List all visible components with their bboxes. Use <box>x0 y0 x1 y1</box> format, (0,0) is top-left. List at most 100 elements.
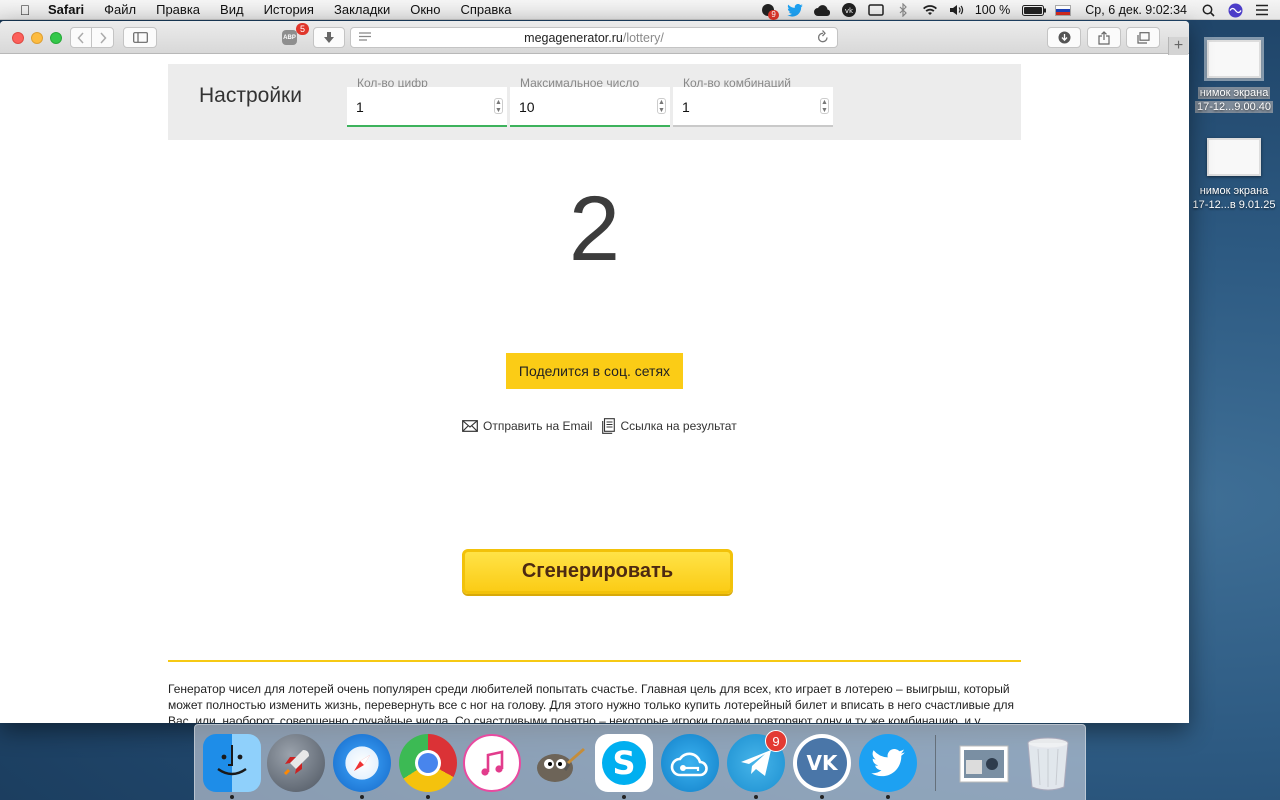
new-tab-button[interactable]: + <box>1168 37 1188 57</box>
menu-window[interactable]: Окно <box>410 2 440 17</box>
launchpad-icon[interactable] <box>267 734 325 792</box>
minimize-window-button[interactable] <box>31 32 43 44</box>
adblock-plus-button[interactable]: ABP 5 <box>272 23 310 48</box>
gimp-icon[interactable] <box>529 734 587 792</box>
svg-text:VK: VK <box>807 751 839 775</box>
chrome-icon[interactable] <box>399 734 457 792</box>
bluetooth-icon[interactable] <box>894 3 912 17</box>
combination-count-stepper[interactable]: ▲ ▼ <box>820 98 829 114</box>
reader-mode-icon[interactable] <box>359 32 371 44</box>
tabs-overview-button[interactable] <box>1126 27 1160 48</box>
url-host: megagenerator.ru <box>524 30 623 45</box>
desktop-file-screenshot-2[interactable]: нимок экрана 17-12...в 9.01.25 <box>1188 138 1280 212</box>
max-number-value: 10 <box>519 99 535 115</box>
dock-running-indicator <box>820 795 824 799</box>
zoom-window-button[interactable] <box>50 32 62 44</box>
combination-count-value: 1 <box>682 99 690 115</box>
svg-text:vk: vk <box>845 7 854 15</box>
sidebar-icon <box>132 32 148 43</box>
menu-help[interactable]: Справка <box>460 2 511 17</box>
vk-tray-icon[interactable]: vk <box>840 3 858 17</box>
apple-menu-icon[interactable]:  <box>16 2 34 18</box>
siri-icon[interactable] <box>1226 3 1244 17</box>
back-button[interactable] <box>70 27 92 48</box>
wifi-icon[interactable] <box>921 3 939 17</box>
combination-count-input[interactable]: 1 ▲ ▼ <box>673 87 833 127</box>
downloads-button[interactable] <box>1047 27 1081 48</box>
chevron-right-icon <box>99 31 107 44</box>
digit-count-stepper[interactable]: ▲ ▼ <box>494 98 503 114</box>
document-icon[interactable] <box>602 418 616 434</box>
share-icon <box>1098 30 1110 45</box>
menubar-clock[interactable]: Ср, 6 дек. 9:02:34 <box>1085 3 1187 17</box>
digit-count-input[interactable]: 1 ▲ ▼ <box>347 87 507 127</box>
menu-bookmarks[interactable]: Закладки <box>334 2 390 17</box>
chevron-left-icon <box>77 31 84 44</box>
address-bar[interactable]: megagenerator.ru/lottery/ <box>350 27 838 48</box>
safari-icon[interactable] <box>333 734 391 792</box>
adblock-plus-icon: ABP <box>282 30 297 45</box>
twitter-icon[interactable] <box>859 734 917 792</box>
result-link[interactable]: Ссылка на результат <box>620 419 736 433</box>
download-arrow-icon <box>324 31 334 43</box>
settings-panel: Настройки Кол-во цифр 1 ▲ ▼ Максимальное … <box>168 64 1021 140</box>
safari-window: ABP 5 megagenerator.ru/lottery/ + Настро… <box>0 21 1189 723</box>
menubar:  Safari Файл Правка Вид История Закладк… <box>0 0 1280 20</box>
menu-history[interactable]: История <box>264 2 314 17</box>
settings-title: Настройки <box>199 84 302 107</box>
share-button[interactable] <box>1087 27 1121 48</box>
cloud-key-icon[interactable] <box>661 734 719 792</box>
forward-button[interactable] <box>91 27 114 48</box>
volume-icon[interactable] <box>948 3 966 17</box>
dock: S 9 VK <box>194 724 1086 800</box>
dock-separator <box>935 735 936 791</box>
dock-running-indicator <box>886 795 890 799</box>
description-text: Генератор чисел для лотерей очень популя… <box>168 682 1015 723</box>
section-divider <box>168 660 1021 662</box>
cloud-tray-icon[interactable] <box>813 3 831 17</box>
tabs-icon <box>1136 31 1150 44</box>
battery-percent[interactable]: 100 % <box>975 3 1010 17</box>
notification-app-icon[interactable]: 9 <box>759 3 779 20</box>
trash-icon[interactable] <box>1019 734 1077 792</box>
input-source-flag-icon[interactable] <box>1055 4 1072 16</box>
downloads-icon <box>1058 31 1070 44</box>
url-path: /lottery/ <box>622 30 664 45</box>
spotlight-icon[interactable] <box>1199 3 1217 17</box>
sidebar-button[interactable] <box>123 27 157 48</box>
close-window-button[interactable] <box>12 32 24 44</box>
svg-text:S: S <box>612 744 635 782</box>
file-caption: нимок экрана 17-12...9.00.40 <box>1194 87 1273 113</box>
digit-count-value: 1 <box>356 99 364 115</box>
menu-edit[interactable]: Правка <box>156 2 200 17</box>
itunes-icon[interactable] <box>463 734 521 792</box>
skype-icon[interactable]: S <box>595 734 653 792</box>
file-thumbnail <box>1207 138 1261 176</box>
generate-button[interactable]: Сгенерировать <box>462 549 733 594</box>
share-social-button[interactable]: Поделится в соц. сетях <box>506 353 683 389</box>
dock-running-indicator <box>230 795 234 799</box>
result-links: Отправить на Email Ссылка на результат <box>462 417 737 435</box>
screen-tray-icon[interactable] <box>867 3 885 17</box>
photos-icon[interactable] <box>955 734 1013 792</box>
menu-file[interactable]: Файл <box>104 2 136 17</box>
vk-icon[interactable]: VK <box>793 734 851 792</box>
download-extension-button[interactable] <box>313 27 345 48</box>
menu-app-name[interactable]: Safari <box>48 2 84 17</box>
finder-icon[interactable] <box>203 734 261 792</box>
notification-center-icon[interactable] <box>1253 3 1271 17</box>
dock-running-indicator <box>360 795 364 799</box>
desktop-file-screenshot-1[interactable]: нимок экрана 17-12...9.00.40 <box>1188 37 1280 114</box>
file-thumbnail <box>1204 37 1264 81</box>
reload-icon[interactable] <box>817 30 829 47</box>
battery-icon[interactable] <box>1022 3 1047 17</box>
max-number-stepper[interactable]: ▲ ▼ <box>657 98 666 114</box>
max-number-input[interactable]: 10 ▲ ▼ <box>510 87 670 127</box>
email-envelope-icon[interactable] <box>462 420 478 432</box>
browser-toolbar: ABP 5 megagenerator.ru/lottery/ <box>0 21 1189 54</box>
twitter-tray-icon[interactable] <box>786 3 804 17</box>
adblock-count-badge: 5 <box>296 23 310 35</box>
file-caption: нимок экрана 17-12...в 9.01.25 <box>1192 185 1276 211</box>
send-email-link[interactable]: Отправить на Email <box>483 419 592 433</box>
menu-view[interactable]: Вид <box>220 2 244 17</box>
